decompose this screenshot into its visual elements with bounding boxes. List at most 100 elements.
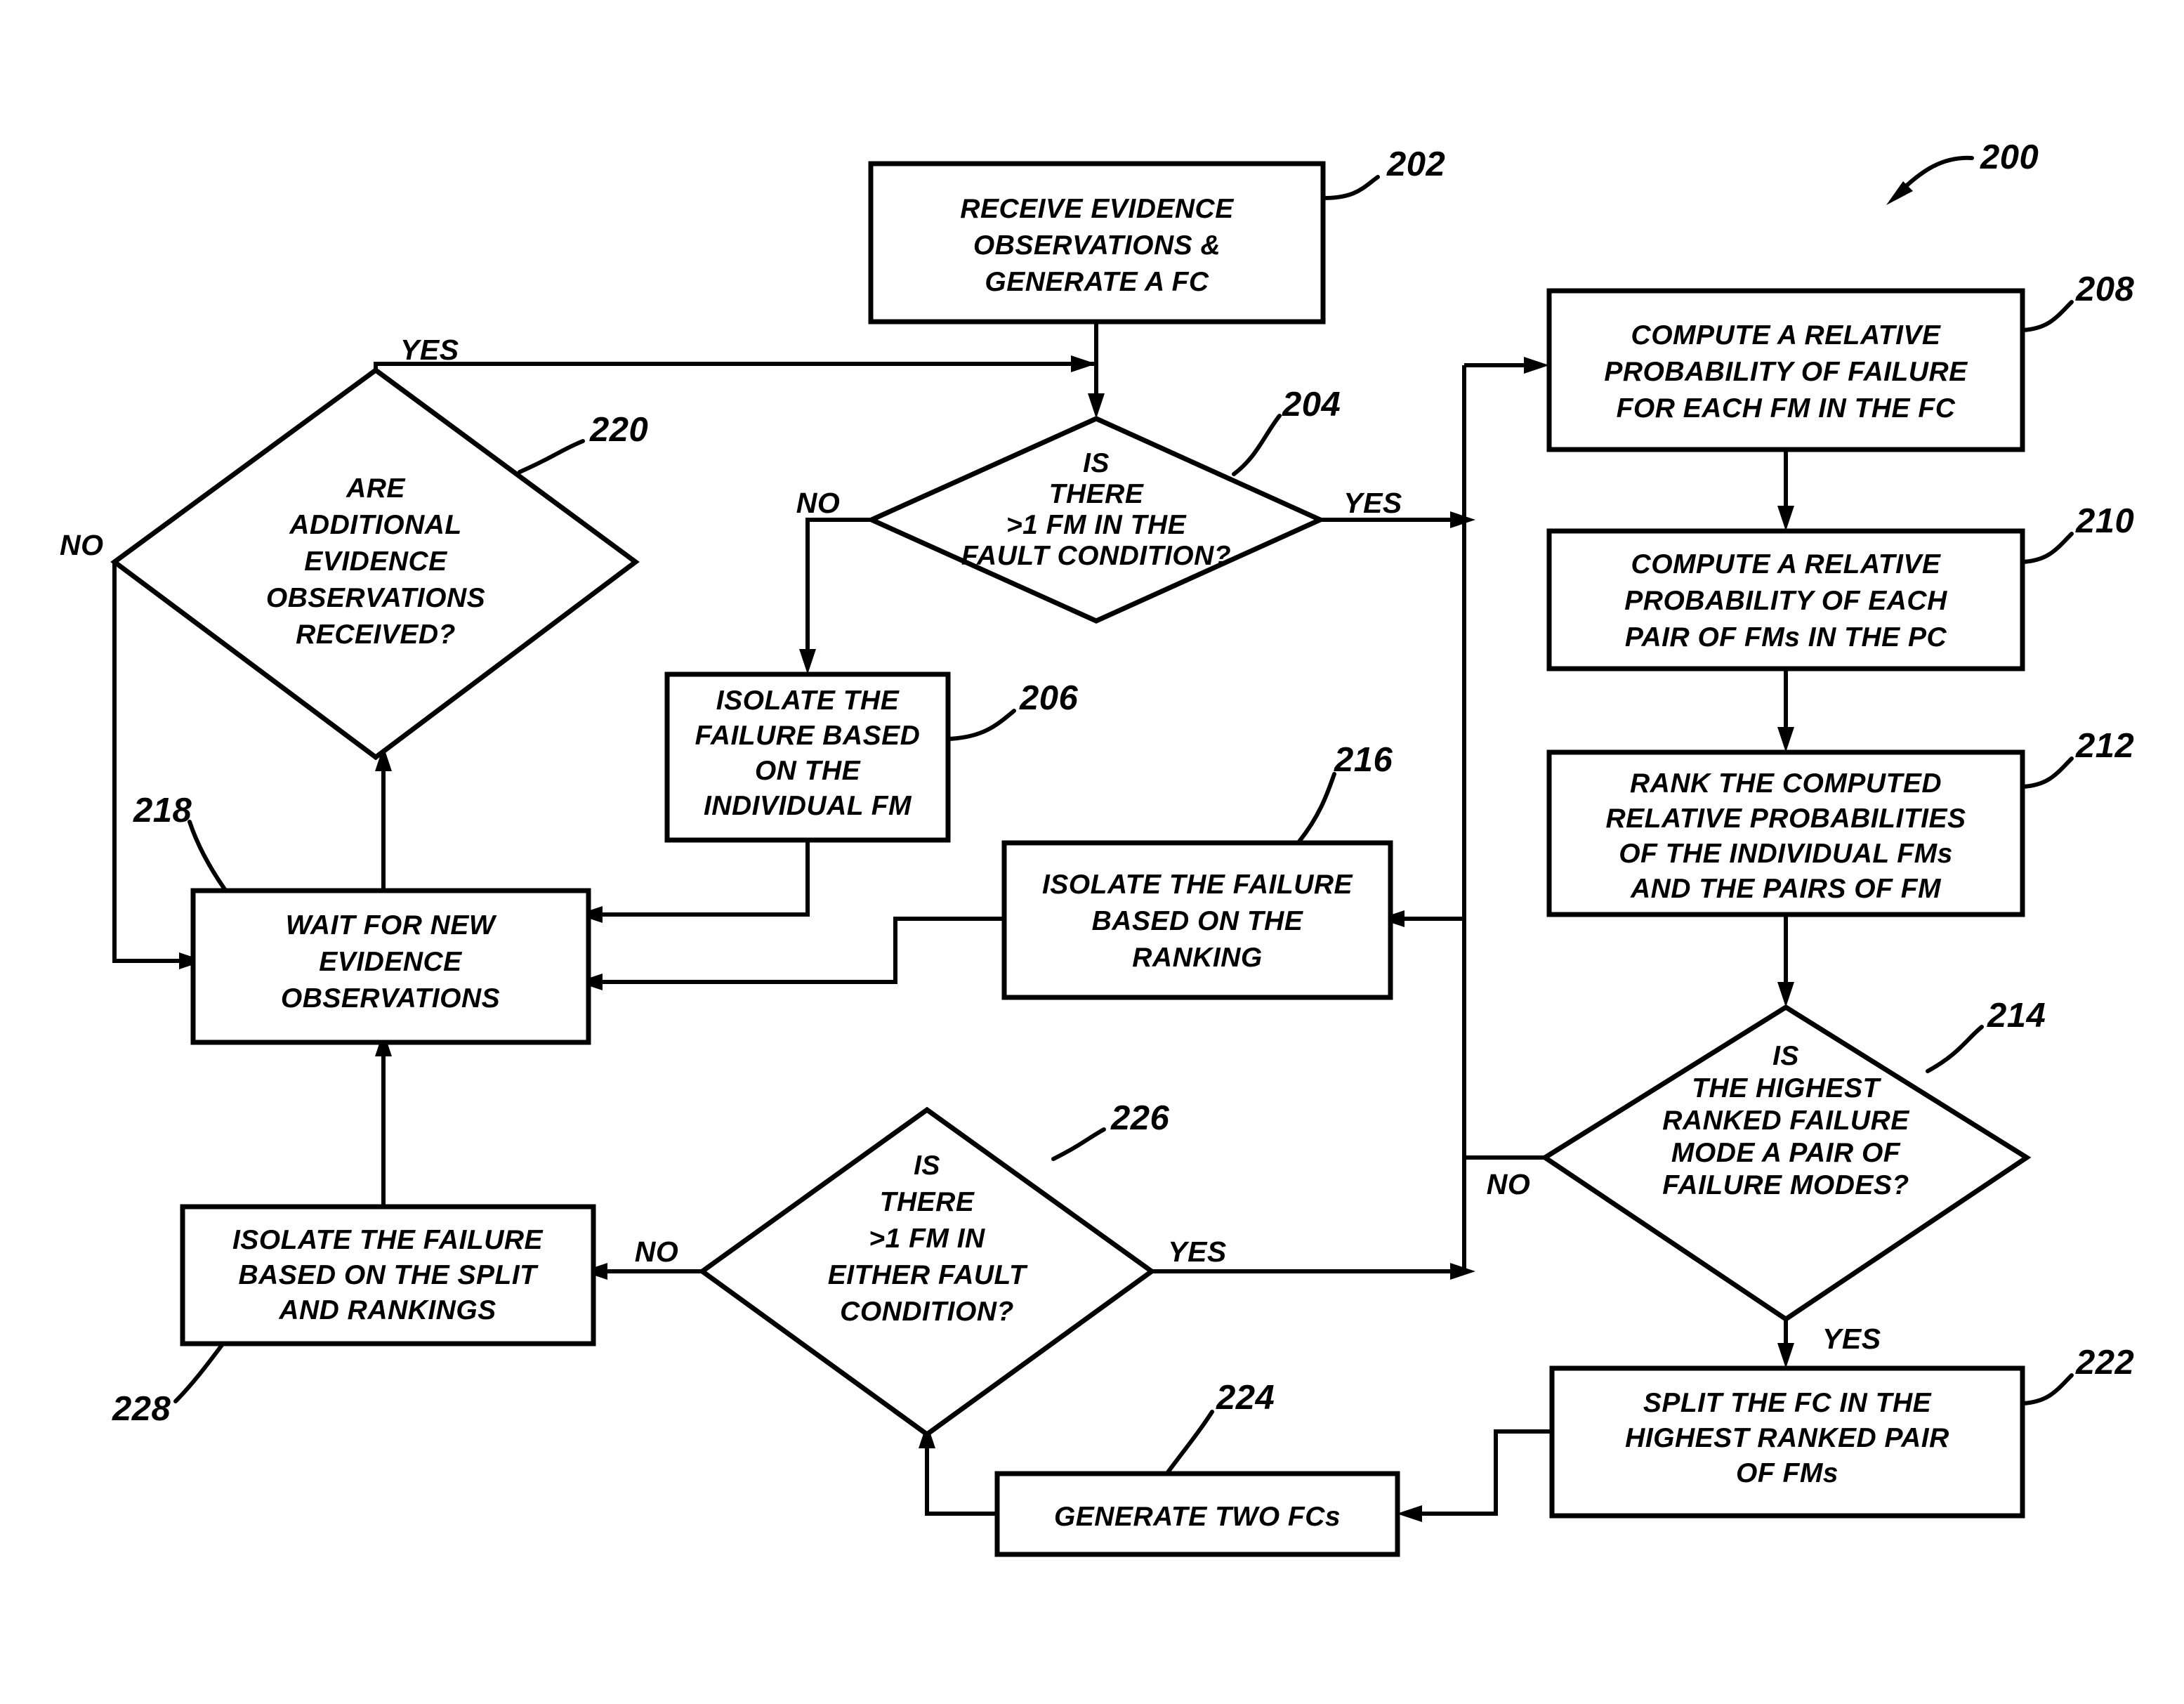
node-228[interactable]: ISOLATE THE FAILURE BASED ON THE SPLIT A…: [112, 1204, 596, 1428]
node-208[interactable]: COMPUTE A RELATIVE PROBABILITY OF FAILUR…: [1546, 270, 2135, 452]
ref-numeral-214: 214: [1987, 997, 2046, 1035]
edge-220-no-to-218: [112, 562, 193, 963]
node-226-line-5: CONDITION?: [840, 1297, 1014, 1327]
node-206-line-3: ON THE: [755, 756, 861, 786]
branch-label-204-yes: YES: [1343, 487, 1402, 519]
ref-numeral-210: 210: [2075, 502, 2134, 540]
node-222-line-3: OF FMs: [1736, 1458, 1838, 1488]
edge-224-to-226: [925, 1434, 997, 1516]
arrowhead-212-214: [1777, 982, 1794, 1007]
leader-line-202: [1321, 175, 1380, 200]
leader-line-206: [946, 709, 1016, 741]
edge-222-to-224: [1408, 1429, 1552, 1516]
branch-label-220-no: NO: [60, 529, 104, 561]
node-214-line-3: RANKED FAILURE: [1662, 1106, 1909, 1136]
node-206-line-2: FAILURE BASED: [695, 721, 921, 751]
ref-numeral-200: 200: [1980, 138, 2039, 176]
leader-line-204: [1232, 414, 1282, 476]
branch-label-214-yes: YES: [1822, 1323, 1881, 1355]
ref-numeral-220: 220: [589, 411, 648, 449]
node-228-line-1: ISOLATE THE FAILURE: [232, 1225, 544, 1255]
leader-line-218: [188, 820, 227, 891]
node-216[interactable]: ISOLATE THE FAILURE BASED ON THE RANKING…: [1001, 741, 1393, 1000]
ref-numeral-208: 208: [2075, 270, 2135, 308]
node-216-line-1: ISOLATE THE FAILURE: [1042, 870, 1353, 900]
node-212-line-3: OF THE INDIVIDUAL FMs: [1619, 839, 1953, 869]
node-218[interactable]: WAIT FOR NEW EVIDENCE OBSERVATIONS 218: [133, 792, 591, 1045]
leader-line-210: [2020, 532, 2074, 564]
node-220-line-3: EVIDENCE: [304, 546, 447, 577]
branch-label-214-no: NO: [1487, 1168, 1531, 1200]
ref-numeral-228: 228: [112, 1390, 171, 1428]
ref-numeral-216: 216: [1334, 741, 1393, 779]
node-226[interactable]: IS THERE >1 FM IN EITHER FAULT CONDITION…: [635, 1099, 1227, 1438]
node-220[interactable]: ARE ADDITIONAL EVIDENCE OBSERVATIONS REC…: [60, 334, 648, 761]
node-216-line-3: RANKING: [1132, 943, 1263, 973]
node-210-line-3: PAIR OF FMs IN THE PC: [1625, 622, 1947, 653]
arrowhead-204-no: [799, 649, 816, 674]
node-204[interactable]: IS THERE >1 FM IN THE FAULT CONDITION? 2…: [796, 386, 1402, 624]
node-212-line-1: RANK THE COMPUTED: [1630, 768, 1942, 799]
flowchart-canvas: RECEIVE EVIDENCE OBSERVATIONS & GENERATE…: [60, 138, 2135, 1557]
node-212-line-2: RELATIVE PROBABILITIES: [1606, 804, 1966, 834]
node-212-line-4: AND THE PAIRS OF FM: [1630, 874, 1942, 904]
node-224-line-1: GENERATE TWO FCs: [1054, 1502, 1341, 1532]
branch-label-226-yes: YES: [1168, 1236, 1227, 1268]
node-218-line-2: EVIDENCE: [319, 947, 462, 977]
node-208-line-3: FOR EACH FM IN THE FC: [1617, 393, 1956, 424]
ref-numeral-222: 222: [2075, 1344, 2134, 1382]
node-226-line-2: THERE: [880, 1187, 975, 1217]
edge-216-to-218: [588, 917, 1004, 984]
node-202-line-2: OBSERVATIONS &: [973, 230, 1221, 261]
node-220-line-2: ADDITIONAL: [289, 510, 461, 540]
ref-numeral-206: 206: [1019, 679, 1079, 717]
node-226-line-4: EITHER FAULT: [828, 1260, 1028, 1290]
node-204-line-2: THERE: [1049, 479, 1144, 509]
node-220-line-4: OBSERVATIONS: [266, 583, 485, 613]
arrowhead-202-204: [1088, 393, 1105, 419]
arrowhead-210-212: [1777, 727, 1794, 752]
node-220-line-1: ARE: [346, 473, 405, 504]
node-210-line-1: COMPUTE A RELATIVE: [1631, 549, 1941, 579]
node-218-line-1: WAIT FOR NEW: [286, 910, 497, 941]
leader-line-224: [1166, 1410, 1214, 1474]
ref-numeral-218: 218: [133, 792, 192, 830]
node-220-line-5: RECEIVED?: [296, 620, 456, 650]
node-210-line-2: PROBABILITY OF EACH: [1624, 586, 1947, 616]
node-202-line-3: GENERATE A FC: [985, 267, 1209, 297]
edge-204-no-to-206: [805, 518, 871, 663]
node-226-line-1: IS: [914, 1151, 940, 1181]
node-224[interactable]: GENERATE TWO FCs 224: [994, 1379, 1400, 1557]
node-222-line-2: HIGHEST RANKED PAIR: [1625, 1423, 1949, 1453]
ref-numeral-204: 204: [1282, 386, 1341, 424]
node-214-line-5: FAILURE MODES?: [1662, 1170, 1909, 1200]
leader-line-208: [2020, 300, 2074, 332]
node-202[interactable]: RECEIVE EVIDENCE OBSERVATIONS & GENERATE…: [868, 145, 1445, 325]
node-222[interactable]: SPLIT THE FC IN THE HIGHEST RANKED PAIR …: [1549, 1344, 2134, 1519]
leader-line-222: [2020, 1373, 2074, 1405]
leader-line-212: [2020, 756, 2074, 789]
patent-figure-page: RECEIVE EVIDENCE OBSERVATIONS & GENERATE…: [0, 0, 2184, 1704]
node-212[interactable]: RANK THE COMPUTED RELATIVE PROBABILITIES…: [1546, 727, 2134, 917]
node-206-line-1: ISOLATE THE: [716, 686, 900, 716]
node-210[interactable]: COMPUTE A RELATIVE PROBABILITY OF EACH P…: [1546, 502, 2134, 671]
node-214-line-1: IS: [1772, 1041, 1799, 1071]
branch-label-220-yes: YES: [400, 334, 459, 366]
arrowhead-214-yes: [1777, 1343, 1794, 1368]
leader-line-220: [518, 439, 585, 474]
edge-220-yes-to-main: [374, 362, 1096, 370]
leader-line-228: [173, 1343, 224, 1403]
leader-line-226: [1051, 1127, 1106, 1161]
arrowhead-bus-208: [1524, 357, 1549, 374]
node-226-line-3: >1 FM IN: [869, 1224, 985, 1254]
node-214[interactable]: IS THE HIGHEST RANKED FAILURE MODE A PAI…: [1487, 997, 2046, 1355]
arrowhead-220-yes: [1071, 355, 1096, 372]
node-214-line-4: MODE A PAIR OF: [1671, 1138, 1901, 1168]
arrowhead-222-224: [1397, 1505, 1422, 1522]
node-208-line-1: COMPUTE A RELATIVE: [1631, 320, 1941, 350]
node-222-line-1: SPLIT THE FC IN THE: [1643, 1388, 1932, 1418]
node-204-line-1: IS: [1083, 448, 1110, 478]
ref-numeral-202: 202: [1386, 145, 1445, 183]
arrowhead-208-210: [1777, 506, 1794, 531]
node-206[interactable]: ISOLATE THE FAILURE BASED ON THE INDIVID…: [664, 671, 1079, 843]
